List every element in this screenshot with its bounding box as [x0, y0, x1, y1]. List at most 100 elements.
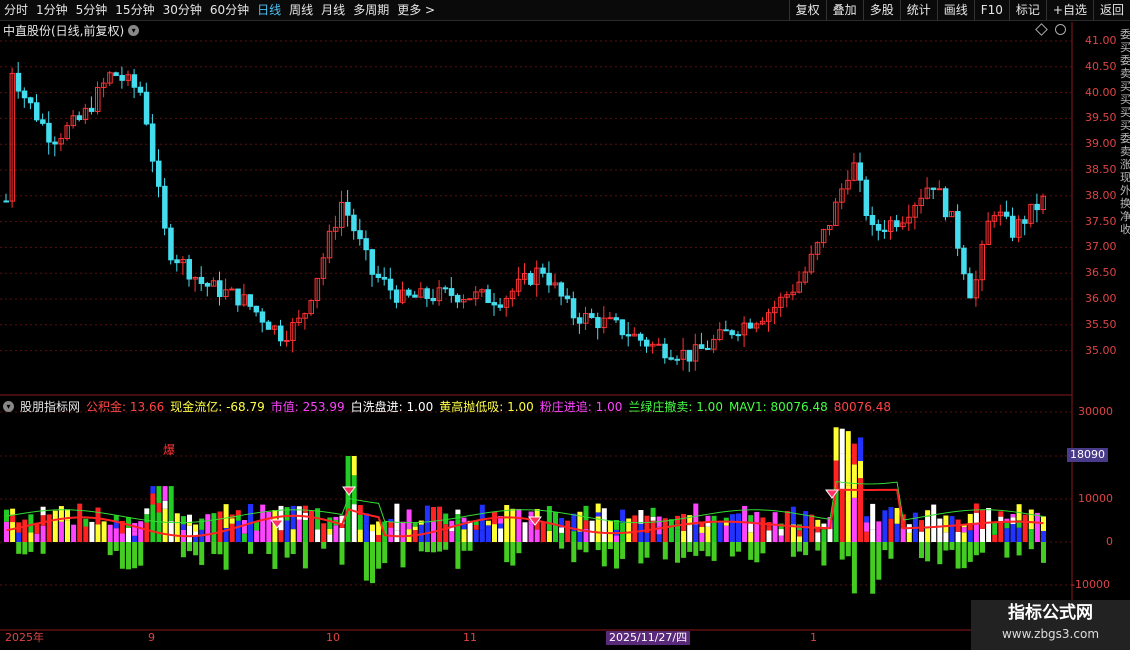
volume-bar — [34, 533, 40, 542]
side-panel-text: 委买委卖买买买买委卖涨现外换净收 — [1120, 28, 1130, 236]
volume-negative-bar — [1041, 542, 1046, 563]
candle-body — [357, 230, 363, 240]
candle-body — [119, 74, 125, 81]
volume-bar — [241, 520, 247, 534]
volume-bar — [998, 521, 1004, 542]
indicator-dropdown-icon[interactable]: ▾ — [3, 401, 14, 412]
volume-bar — [327, 534, 333, 542]
volume-negative-bar — [595, 542, 601, 551]
volume-bar — [10, 508, 16, 515]
candle-body — [40, 119, 46, 124]
volume-negative-bar — [363, 542, 369, 581]
volume-negative-bar — [138, 542, 144, 566]
volume-bar — [327, 517, 333, 530]
indicator-value-5: 粉庄进追: 1.00 — [539, 400, 623, 414]
candle-body — [387, 278, 394, 291]
candle-body — [1022, 219, 1028, 224]
volume-bar — [28, 514, 34, 533]
volume-bar — [729, 514, 735, 542]
volume-negative-bar — [510, 542, 516, 566]
candle-body — [625, 334, 632, 337]
volume-bar — [394, 503, 400, 531]
volume-negative-bar — [607, 542, 613, 550]
volume-bar — [742, 505, 748, 542]
volume-bar — [235, 520, 241, 542]
price-tick-label: 38.50 — [1085, 163, 1117, 176]
candle-body — [546, 272, 552, 286]
volume-bar — [992, 522, 998, 535]
volume-bar — [89, 521, 95, 542]
candle-body — [278, 325, 284, 342]
candle-body — [613, 317, 619, 321]
volume-bar — [577, 531, 583, 542]
candle-body — [265, 321, 272, 330]
indicator-value-4: 黄高抛低吸: 1.00 — [439, 400, 534, 414]
candle-body — [576, 317, 583, 324]
volume-negative-bar — [687, 542, 693, 552]
volume-bar — [119, 533, 125, 542]
volume-bar — [888, 507, 894, 519]
volume-bar — [510, 508, 516, 542]
volume-bar — [546, 506, 552, 531]
volume-bar — [132, 535, 138, 542]
volume-bar — [864, 516, 870, 523]
volume-negative-bar — [28, 542, 34, 552]
volume-bar — [58, 521, 64, 542]
volume-bar — [931, 504, 937, 542]
volume-bar — [943, 532, 949, 542]
candle-body — [284, 339, 290, 342]
volume-bar — [431, 506, 436, 522]
volume-bar — [858, 461, 863, 479]
volume-bar — [296, 506, 302, 520]
volume-bar — [973, 503, 979, 513]
volume-negative-bar — [443, 542, 449, 550]
volume-bar — [815, 528, 821, 533]
volume-bar — [778, 529, 784, 536]
volume-bar — [150, 504, 156, 542]
volume-bar — [925, 528, 931, 542]
candle-body — [375, 273, 382, 278]
volume-negative-bar — [711, 542, 717, 561]
volume-bar — [797, 530, 802, 537]
volume-negative-bar — [126, 542, 131, 570]
candle-body — [589, 313, 595, 319]
volume-negative-bar — [284, 542, 290, 558]
volume-bar — [138, 521, 144, 542]
candle-body — [448, 288, 455, 296]
volume-negative-bar — [290, 542, 296, 555]
volume-bar — [687, 525, 693, 542]
candle-body — [619, 319, 626, 336]
candle-body — [174, 259, 180, 264]
indicator-name: 股朋指标网 — [20, 400, 81, 414]
volume-bar — [790, 506, 796, 525]
volume-negative-bar — [699, 542, 705, 551]
volume-bar — [254, 530, 260, 542]
volume-bar — [961, 532, 967, 542]
candle-body — [88, 107, 95, 112]
volume-bar — [1010, 514, 1016, 518]
candle-body — [662, 343, 668, 359]
volume-bar — [22, 519, 28, 542]
volume-bar — [760, 517, 766, 542]
candle-body — [668, 357, 674, 360]
volume-bar — [839, 489, 845, 542]
volume-bar — [150, 486, 156, 494]
volume-negative-bar — [16, 542, 22, 554]
candle-body — [253, 305, 260, 313]
candle-body — [369, 249, 375, 275]
volume-bar — [571, 531, 577, 542]
volume-bar — [168, 521, 174, 542]
volume-bar — [797, 536, 802, 542]
price-tick-label: 35.00 — [1085, 343, 1117, 357]
candle-body — [204, 282, 211, 287]
volume-bar — [699, 526, 705, 533]
bao-marker: 爆 — [163, 443, 176, 457]
candle-body — [381, 276, 388, 280]
candle-body — [497, 304, 504, 308]
volume-bar — [845, 431, 851, 486]
price-tick-label: 40.00 — [1085, 85, 1117, 99]
volume-bar — [150, 493, 156, 505]
candle-body — [46, 122, 52, 143]
price-tick-label: 37.00 — [1085, 240, 1117, 254]
candle-body — [156, 160, 162, 187]
